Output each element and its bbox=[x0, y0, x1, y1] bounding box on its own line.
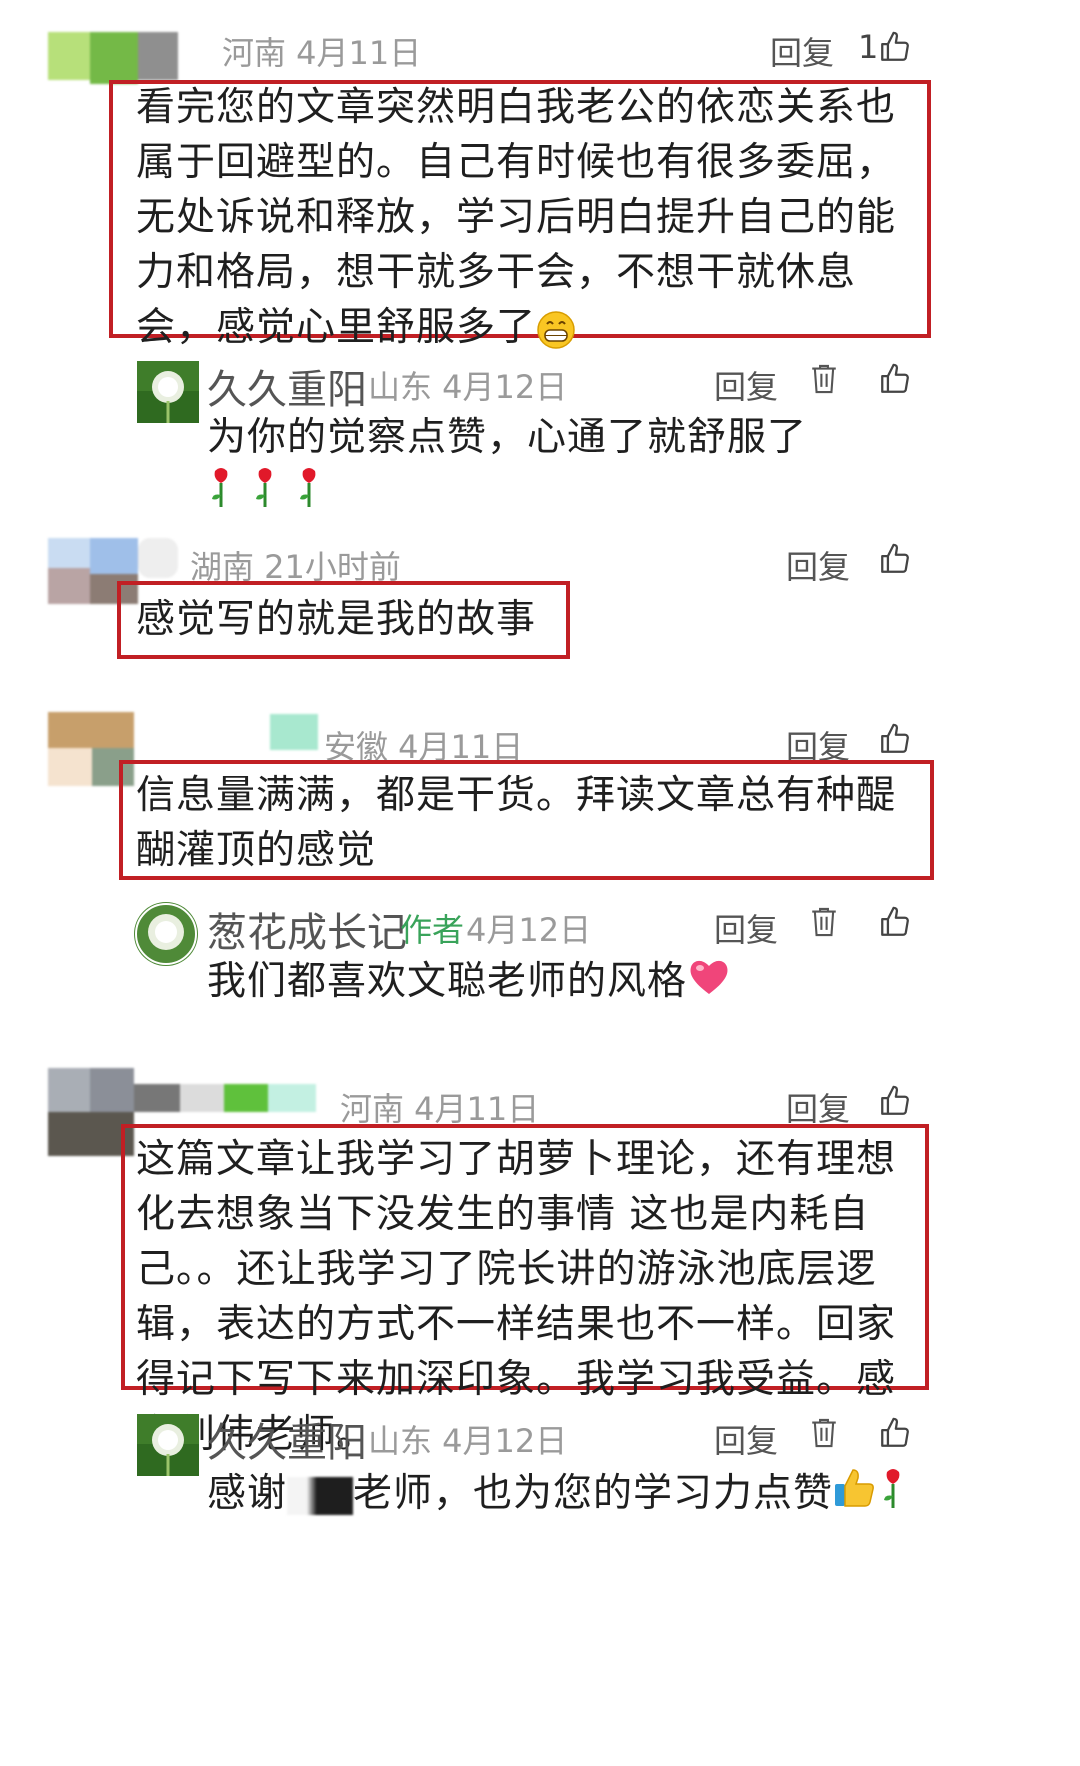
redacted-name bbox=[287, 1476, 354, 1515]
comment-text: 感觉写的就是我的故事 bbox=[136, 597, 537, 642]
heart-emoji bbox=[687, 956, 731, 1011]
thumbs-up-icon[interactable] bbox=[878, 1416, 912, 1450]
comment-meta: 河南 4月11日 bbox=[222, 34, 422, 72]
trash-icon[interactable] bbox=[808, 1416, 840, 1450]
reply-button[interactable]: 回复 bbox=[714, 362, 778, 408]
avatar bbox=[137, 361, 199, 423]
thumbs-up-icon[interactable] bbox=[878, 722, 912, 756]
reply-button[interactable]: 回复 bbox=[770, 28, 834, 74]
thumbs-up-icon[interactable] bbox=[878, 542, 912, 576]
reply-author-name[interactable]: 久久重阳 bbox=[207, 1410, 367, 1468]
reply-button[interactable]: 回复 bbox=[714, 1416, 778, 1462]
reply-meta: 山东 4月12日 bbox=[368, 1422, 568, 1460]
avatar bbox=[134, 902, 198, 966]
redacted-avatar bbox=[48, 32, 178, 84]
reply-meta: 4月12日 bbox=[466, 911, 592, 949]
reply-button[interactable]: 回复 bbox=[786, 542, 850, 588]
comment-text: 信息量满满，都是干货。拜读文章总有种醍醐灌顶的感觉 bbox=[136, 773, 897, 873]
reply-button[interactable]: 回复 bbox=[714, 905, 778, 951]
thumbs-up-icon[interactable] bbox=[878, 362, 912, 396]
reply-author-name[interactable]: 久久重阳 bbox=[207, 357, 367, 415]
rose-emoji bbox=[207, 465, 337, 524]
reply-text: 感谢 老师，也为您的学习力点赞 bbox=[207, 1466, 927, 1525]
reply-text: 为你的觉察点赞，心通了就舒服了 bbox=[207, 410, 927, 524]
trash-icon[interactable] bbox=[808, 362, 840, 396]
thumbs-up-icon[interactable] bbox=[878, 905, 912, 939]
trash-icon[interactable] bbox=[808, 905, 840, 939]
grin-emoji bbox=[536, 310, 576, 350]
like-count: 1 bbox=[858, 28, 879, 66]
comment-text: 看完您的文章突然明白我老公的依恋关系也属于回避型的。自己有时候也有很多委屈，无处… bbox=[136, 85, 897, 350]
thumbs-up-emoji bbox=[833, 1466, 917, 1525]
reply-text: 我们都喜欢文聪老师的风格 bbox=[207, 954, 927, 1011]
avatar bbox=[137, 1414, 199, 1476]
author-tag: 作者 bbox=[400, 911, 465, 949]
thumbs-up-icon[interactable] bbox=[878, 1084, 912, 1118]
thumbs-up-icon[interactable] bbox=[878, 30, 912, 64]
reply-meta: 山东 4月12日 bbox=[368, 368, 568, 406]
reply-author-name[interactable]: 葱花成长记 bbox=[207, 900, 407, 958]
